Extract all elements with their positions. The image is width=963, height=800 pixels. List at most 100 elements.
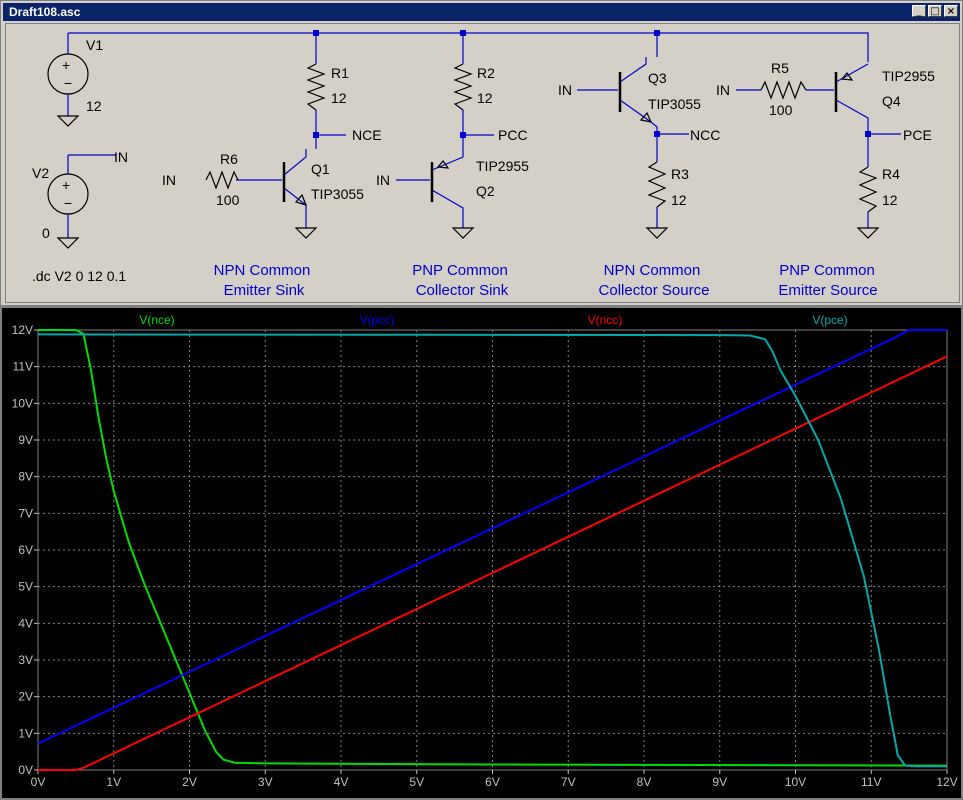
x-tick-label: 12V xyxy=(936,775,957,789)
y-tick-label: 11V xyxy=(13,360,33,374)
r6-value: 100 xyxy=(216,192,240,208)
v2-value: 0 xyxy=(42,225,50,241)
resistor-r1-symbol xyxy=(306,63,326,111)
trace-v-ncc xyxy=(38,355,948,771)
in-label-q2: IN xyxy=(376,172,390,188)
v1-name: V1 xyxy=(86,37,103,53)
ground-symbol xyxy=(451,227,475,239)
r4-name: R4 xyxy=(882,166,900,182)
x-tick-label: 6V xyxy=(485,775,500,789)
legend-entry: V(pcc) xyxy=(360,313,395,327)
q1-model: TIP3055 xyxy=(311,186,364,202)
q1-name: Q1 xyxy=(311,161,330,177)
y-tick-label: 7V xyxy=(18,506,33,520)
ground-symbol xyxy=(856,227,880,239)
x-tick-label: 5V xyxy=(409,775,424,789)
x-tick-label: 9V xyxy=(712,775,727,789)
axis-ticks: 0V 1V 2V 3V 4V 5V 6V 7V 8V 9V 10V 11V 12V 0V 1V 2V 3V 4V 5… xyxy=(12,323,958,789)
resistor-r2-symbol xyxy=(453,63,473,111)
x-tick-label: 0V xyxy=(31,775,46,789)
y-tick-label: 3V xyxy=(18,653,33,667)
r3-value: 12 xyxy=(671,192,687,208)
junction-dots xyxy=(313,30,871,138)
q2-model: TIP2955 xyxy=(476,158,529,174)
y-tick-label: 6V xyxy=(18,543,33,557)
trace-legend: V(nce) V(pcc) V(ncc) V(pce) xyxy=(139,313,847,327)
y-tick-label: 9V xyxy=(18,433,33,447)
y-tick-label: 2V xyxy=(18,690,33,704)
y-tick-label: 4V xyxy=(18,616,33,630)
y-tick-label: 1V xyxy=(18,726,33,740)
resistor-r4-symbol xyxy=(858,166,878,213)
caption-4-line-2: Emitter Source xyxy=(778,282,877,299)
resistor-r3-symbol xyxy=(647,161,667,208)
close-button[interactable]: × xyxy=(944,5,958,17)
r1-name: R1 xyxy=(331,65,349,81)
caption-1-line-1: NPN Common xyxy=(214,262,311,279)
schematic-drawing: + − + − V1 12 V2 0 IN .dc V2 0 12 0.1 R1 1… xyxy=(32,30,935,299)
q4-name: Q4 xyxy=(882,93,901,109)
r3-name: R3 xyxy=(671,166,689,182)
y-tick-label: 5V xyxy=(18,580,33,594)
waveform-plot[interactable]: 0V 1V 2V 3V 4V 5V 6V 7V 8V 9V 10V 11V 12V 0V 1V 2V 3V 4V 5… xyxy=(2,308,961,798)
r5-name: R5 xyxy=(771,60,789,76)
schematic-canvas[interactable]: + − + − V1 12 V2 0 IN .dc V2 0 12 0.1 R1 xyxy=(5,23,960,303)
r1-value: 12 xyxy=(331,90,347,106)
r2-name: R2 xyxy=(477,65,495,81)
in-label-q4: IN xyxy=(716,82,730,98)
q3-model: TIP3055 xyxy=(648,96,701,112)
ground-symbol xyxy=(56,237,80,249)
r6-name: R6 xyxy=(220,151,238,167)
svg-text:+: + xyxy=(62,177,70,193)
ground-symbol xyxy=(294,227,318,239)
schematic-window: Draft108.asc _ □ × + − + − V1 12 V2 0 IN… xyxy=(0,0,963,306)
x-tick-label: 8V xyxy=(637,775,652,789)
v2-net-label: IN xyxy=(114,149,128,165)
minimize-button[interactable]: _ xyxy=(912,5,926,17)
x-tick-label: 4V xyxy=(334,775,349,789)
svg-text:−: − xyxy=(64,75,72,91)
y-tick-label: 0V xyxy=(18,763,33,777)
net-label-pce: PCE xyxy=(903,127,932,143)
caption-2-line-1: PNP Common xyxy=(412,262,508,279)
waveform-plot-window[interactable]: 0V 1V 2V 3V 4V 5V 6V 7V 8V 9V 10V 11V 12V 0V 1V 2V 3V 4V 5… xyxy=(0,306,963,800)
schematic-labels: V1 12 V2 0 IN .dc V2 0 12 0.1 R1 12 NCE … xyxy=(32,37,935,284)
net-label-nce: NCE xyxy=(352,127,382,143)
window-title: Draft108.asc xyxy=(9,5,81,19)
v2-name: V2 xyxy=(32,165,49,181)
x-tick-label: 2V xyxy=(182,775,197,789)
caption-3-line-2: Collector Source xyxy=(599,282,710,299)
x-tick-label: 1V xyxy=(106,775,121,789)
in-label-q3: IN xyxy=(558,82,572,98)
caption-3-line-1: NPN Common xyxy=(604,262,701,279)
spice-directive: .dc V2 0 12 0.1 xyxy=(32,268,126,284)
q4-model: TIP2955 xyxy=(882,68,935,84)
source-polarity: + − + − xyxy=(62,57,72,211)
svg-text:+: + xyxy=(62,57,70,73)
in-label-q1: IN xyxy=(162,172,176,188)
v1-value: 12 xyxy=(86,98,102,114)
maximize-button[interactable]: □ xyxy=(928,5,942,17)
circuit-captions: NPN Common Emitter Sink PNP Common Colle… xyxy=(214,262,878,299)
legend-entry: V(nce) xyxy=(139,313,174,327)
title-bar[interactable]: Draft108.asc _ □ × xyxy=(3,3,960,21)
ground-symbol xyxy=(56,115,80,127)
r4-value: 12 xyxy=(882,192,898,208)
q2-name: Q2 xyxy=(476,183,495,199)
caption-2-line-2: Collector Sink xyxy=(416,282,509,299)
x-tick-label: 7V xyxy=(561,775,576,789)
resistor-r5-symbol xyxy=(760,80,807,100)
y-tick-label: 12V xyxy=(12,323,33,337)
legend-entry: V(ncc) xyxy=(588,313,623,327)
y-tick-label: 10V xyxy=(12,396,33,410)
svg-text:−: − xyxy=(64,195,72,211)
legend-entry: V(pce) xyxy=(812,313,847,327)
x-tick-label: 10V xyxy=(785,775,806,789)
q3-name: Q3 xyxy=(648,70,667,86)
resistor-r6-symbol xyxy=(205,170,239,190)
caption-4-line-1: PNP Common xyxy=(779,262,875,279)
x-tick-label: 11V xyxy=(861,775,881,789)
net-label-pcc: PCC xyxy=(498,127,528,143)
y-tick-label: 8V xyxy=(18,470,33,484)
net-label-ncc: NCC xyxy=(690,127,720,143)
